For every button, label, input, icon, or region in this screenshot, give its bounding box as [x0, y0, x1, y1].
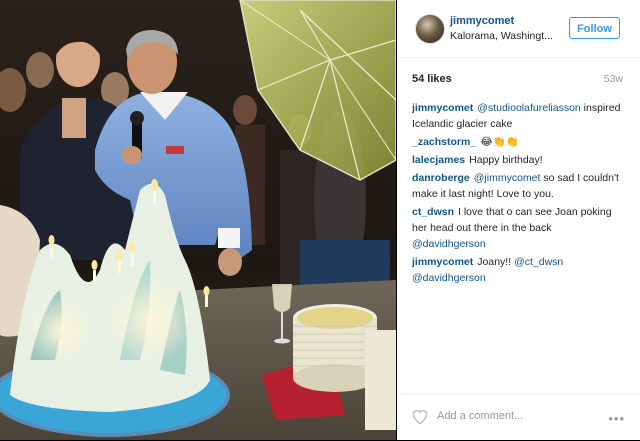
post-photo[interactable] — [0, 0, 396, 440]
post-header: jimmycomet Kalorama, Washingt... Follow — [397, 0, 640, 58]
comment-username[interactable]: danroberge — [412, 172, 470, 184]
comment-username[interactable]: ct_dwsn — [412, 206, 454, 218]
comment-item: jimmycomet Joany!! @ct_dwsn @davidhgerson — [412, 254, 627, 286]
comment-mention-link[interactable]: @jimmycomet — [474, 172, 541, 184]
comment-mention-link[interactable]: @studioolafureliasson — [477, 102, 580, 114]
comment-text: Joany!! — [477, 256, 515, 268]
heart-icon[interactable] — [411, 408, 429, 426]
comment-username[interactable]: _zachstorm_ — [412, 136, 476, 148]
post-age[interactable]: 53w — [604, 73, 623, 85]
comment-footer: Add a comment... ••• — [397, 394, 640, 441]
comment-item: lalecjames Happy birthday! — [412, 152, 627, 168]
post-author-username[interactable]: jimmycomet — [450, 15, 514, 27]
comment-text: 😂👏👏 — [480, 136, 519, 148]
post-side-panel: jimmycomet Kalorama, Washingt... Follow … — [397, 0, 640, 440]
comment-username[interactable]: jimmycomet — [412, 102, 473, 114]
comment-mention-link[interactable]: @ct_dwsn — [514, 256, 563, 268]
like-count[interactable]: 54 likes — [412, 73, 452, 85]
comment-username[interactable]: jimmycomet — [412, 256, 473, 268]
follow-button[interactable]: Follow — [569, 17, 620, 39]
post-location[interactable]: Kalorama, Washingt... — [450, 30, 556, 42]
add-comment-input[interactable]: Add a comment... — [437, 410, 523, 422]
comment-item: ct_dwsn I love that o can see Joan poking… — [412, 204, 627, 252]
comment-username[interactable]: lalecjames — [412, 154, 465, 166]
comment-item: _zachstorm_ 😂👏👏 — [412, 134, 627, 150]
comment-list: jimmycomet @studioolafureliasson inspired… — [412, 100, 627, 288]
comment-text: Happy birthday! — [469, 154, 543, 166]
comment-item: jimmycomet @studioolafureliasson inspired… — [412, 100, 627, 132]
comment-item: danroberge @jimmycomet so sad I couldn't … — [412, 170, 627, 202]
comment-mention-link[interactable]: @davidhgerson — [412, 238, 486, 250]
avatar[interactable] — [415, 14, 445, 44]
more-options-icon[interactable]: ••• — [608, 411, 625, 426]
comment-mention-link[interactable]: @davidhgerson — [412, 272, 486, 284]
